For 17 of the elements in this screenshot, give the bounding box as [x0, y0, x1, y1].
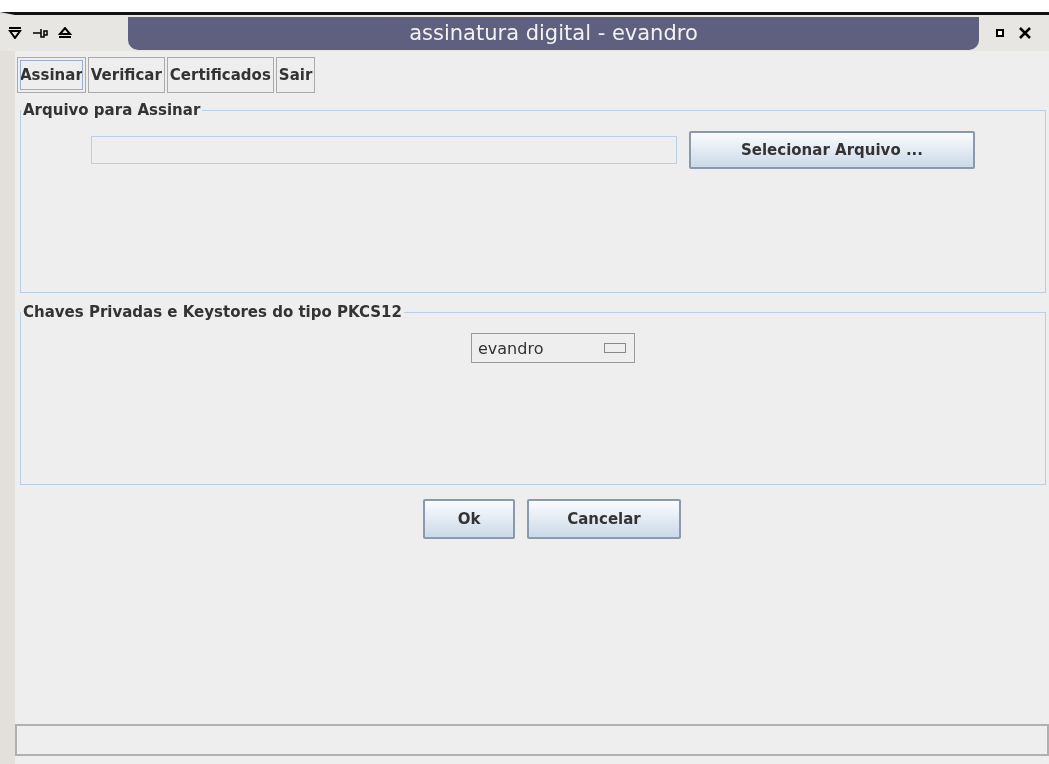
panel-title: Chaves Privadas e Keystores do tipo PKCS12 [22, 303, 403, 321]
ok-button[interactable]: Ok [423, 499, 515, 539]
maximize-icon[interactable] [996, 29, 1004, 37]
shade-icon[interactable] [8, 27, 22, 39]
toolbar-tab[interactable]: Sair [275, 57, 316, 93]
keystore-dropdown[interactable]: evandro [471, 333, 635, 363]
close-icon[interactable] [1018, 26, 1032, 40]
select-file-button[interactable]: Selecionar Arquivo ... [689, 131, 975, 169]
window-title: assinatura digital - evandro [409, 21, 698, 45]
toolbar-tab[interactable]: Verificar [87, 57, 165, 93]
pin-icon[interactable] [32, 28, 48, 38]
cancel-button[interactable]: Cancelar [527, 499, 681, 539]
file-path-field[interactable] [91, 136, 677, 164]
toolbar-tab[interactable]: Assinar [17, 57, 86, 93]
toolbar-tab[interactable]: Certificados [166, 57, 274, 93]
eject-icon[interactable] [58, 27, 72, 39]
panel-title: Arquivo para Assinar [22, 101, 202, 119]
